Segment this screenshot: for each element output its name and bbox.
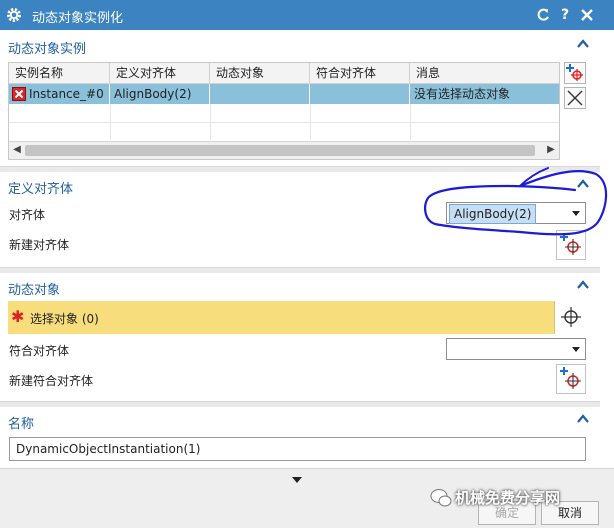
define-section-header[interactable]: 定义对齐体 [0,172,600,198]
column-header-dynamic-object[interactable]: 动态对象 [210,63,310,83]
crosshair-add-icon [560,367,581,389]
collapse-caret-icon[interactable] [576,412,590,426]
new-matching-body-label: 新建符合对齐体 [9,374,94,388]
dynamic-object-cell[interactable] [210,84,310,104]
table-header: 实例名称 定义对齐体 动态对象 符合对齐体 消息 [9,63,559,84]
column-header-matching-body[interactable]: 符合对齐体 [310,63,410,83]
row-separator [9,122,559,123]
name-section-title: 名称 [8,417,35,432]
crosshair-icon [561,307,581,327]
message-cell[interactable]: 没有选择动态对象 [410,84,559,104]
matching-body-dropdown[interactable] [446,338,586,360]
select-object-row[interactable]: ✱ 选择对象 (0) [8,301,586,334]
column-separator [410,104,411,140]
scrollbar-thumb[interactable] [25,145,535,156]
add-instance-icon [566,64,583,81]
instance-name-cell[interactable]: Instance_#0 [9,84,110,104]
align-body-label: 对齐体 [9,208,46,222]
instances-table: 实例名称 定义对齐体 动态对象 符合对齐体 消息 Instance_#0 Ali… [8,62,560,160]
column-header-message[interactable]: 消息 [410,63,559,83]
dynamic-section-title: 动态对象 [8,283,61,298]
new-align-body-label: 新建对齐体 [9,238,70,252]
align-body-cell[interactable]: AlignBody(2) [110,84,210,104]
dialog-title-bar: 动态对象实例化 ? [0,0,614,30]
matching-body-label: 符合对齐体 [9,344,70,358]
instances-section-title: 动态对象实例 [8,42,87,57]
table-row[interactable]: Instance_#0 AlignBody(2) 没有选择动态对象 [9,84,559,104]
define-section-title: 定义对齐体 [8,182,74,197]
required-asterisk-icon: ✱ [11,307,25,326]
column-separator [110,104,111,140]
select-object-label: 选择对象 (0) [30,312,99,326]
scroll-right-icon[interactable]: ▶ [545,144,557,156]
instances-section-header[interactable]: 动态对象实例 [0,32,600,58]
crosshair-add-icon [560,233,581,255]
align-body-dropdown[interactable]: AlignBody(2) [446,202,586,224]
name-input[interactable] [10,438,585,460]
matching-body-cell[interactable] [310,84,410,104]
align-body-selected-value: AlignBody(2) [449,204,537,224]
collapse-caret-icon[interactable] [576,278,590,292]
error-icon [12,87,26,101]
chevron-down-icon [572,347,580,352]
column-separator [310,104,311,140]
new-matching-body-button[interactable] [556,364,586,394]
column-header-align-body[interactable]: 定义对齐体 [110,63,210,83]
collapse-caret-icon[interactable] [576,37,590,51]
watermark-text: 机械免费分享网 [455,489,561,507]
wechat-logo-icon [430,489,452,507]
column-header-instance-name[interactable]: 实例名称 [9,63,110,83]
column-separator [210,104,211,140]
dialog-title: 动态对象实例化 [32,11,124,26]
new-align-body-button[interactable] [556,230,586,260]
instance-name: Instance_#0 [29,87,104,101]
name-field[interactable] [9,437,586,461]
help-icon[interactable]: ? [556,6,574,24]
remove-instance-button[interactable] [564,87,586,109]
select-object-button[interactable] [554,301,586,334]
dynamic-section-header[interactable]: 动态对象 [0,273,600,299]
scroll-left-icon[interactable]: ◀ [11,144,23,156]
expand-more-icon[interactable] [292,477,302,483]
gear-icon[interactable] [5,6,23,24]
name-section-header[interactable]: 名称 [0,407,600,433]
horizontal-scrollbar[interactable]: ◀ ▶ [9,141,559,159]
chevron-down-icon [572,211,580,216]
delete-x-icon [567,90,583,106]
collapse-caret-icon[interactable] [576,177,590,191]
close-icon[interactable] [578,6,596,24]
reset-icon[interactable] [534,6,552,24]
add-instance-button[interactable] [564,62,586,84]
